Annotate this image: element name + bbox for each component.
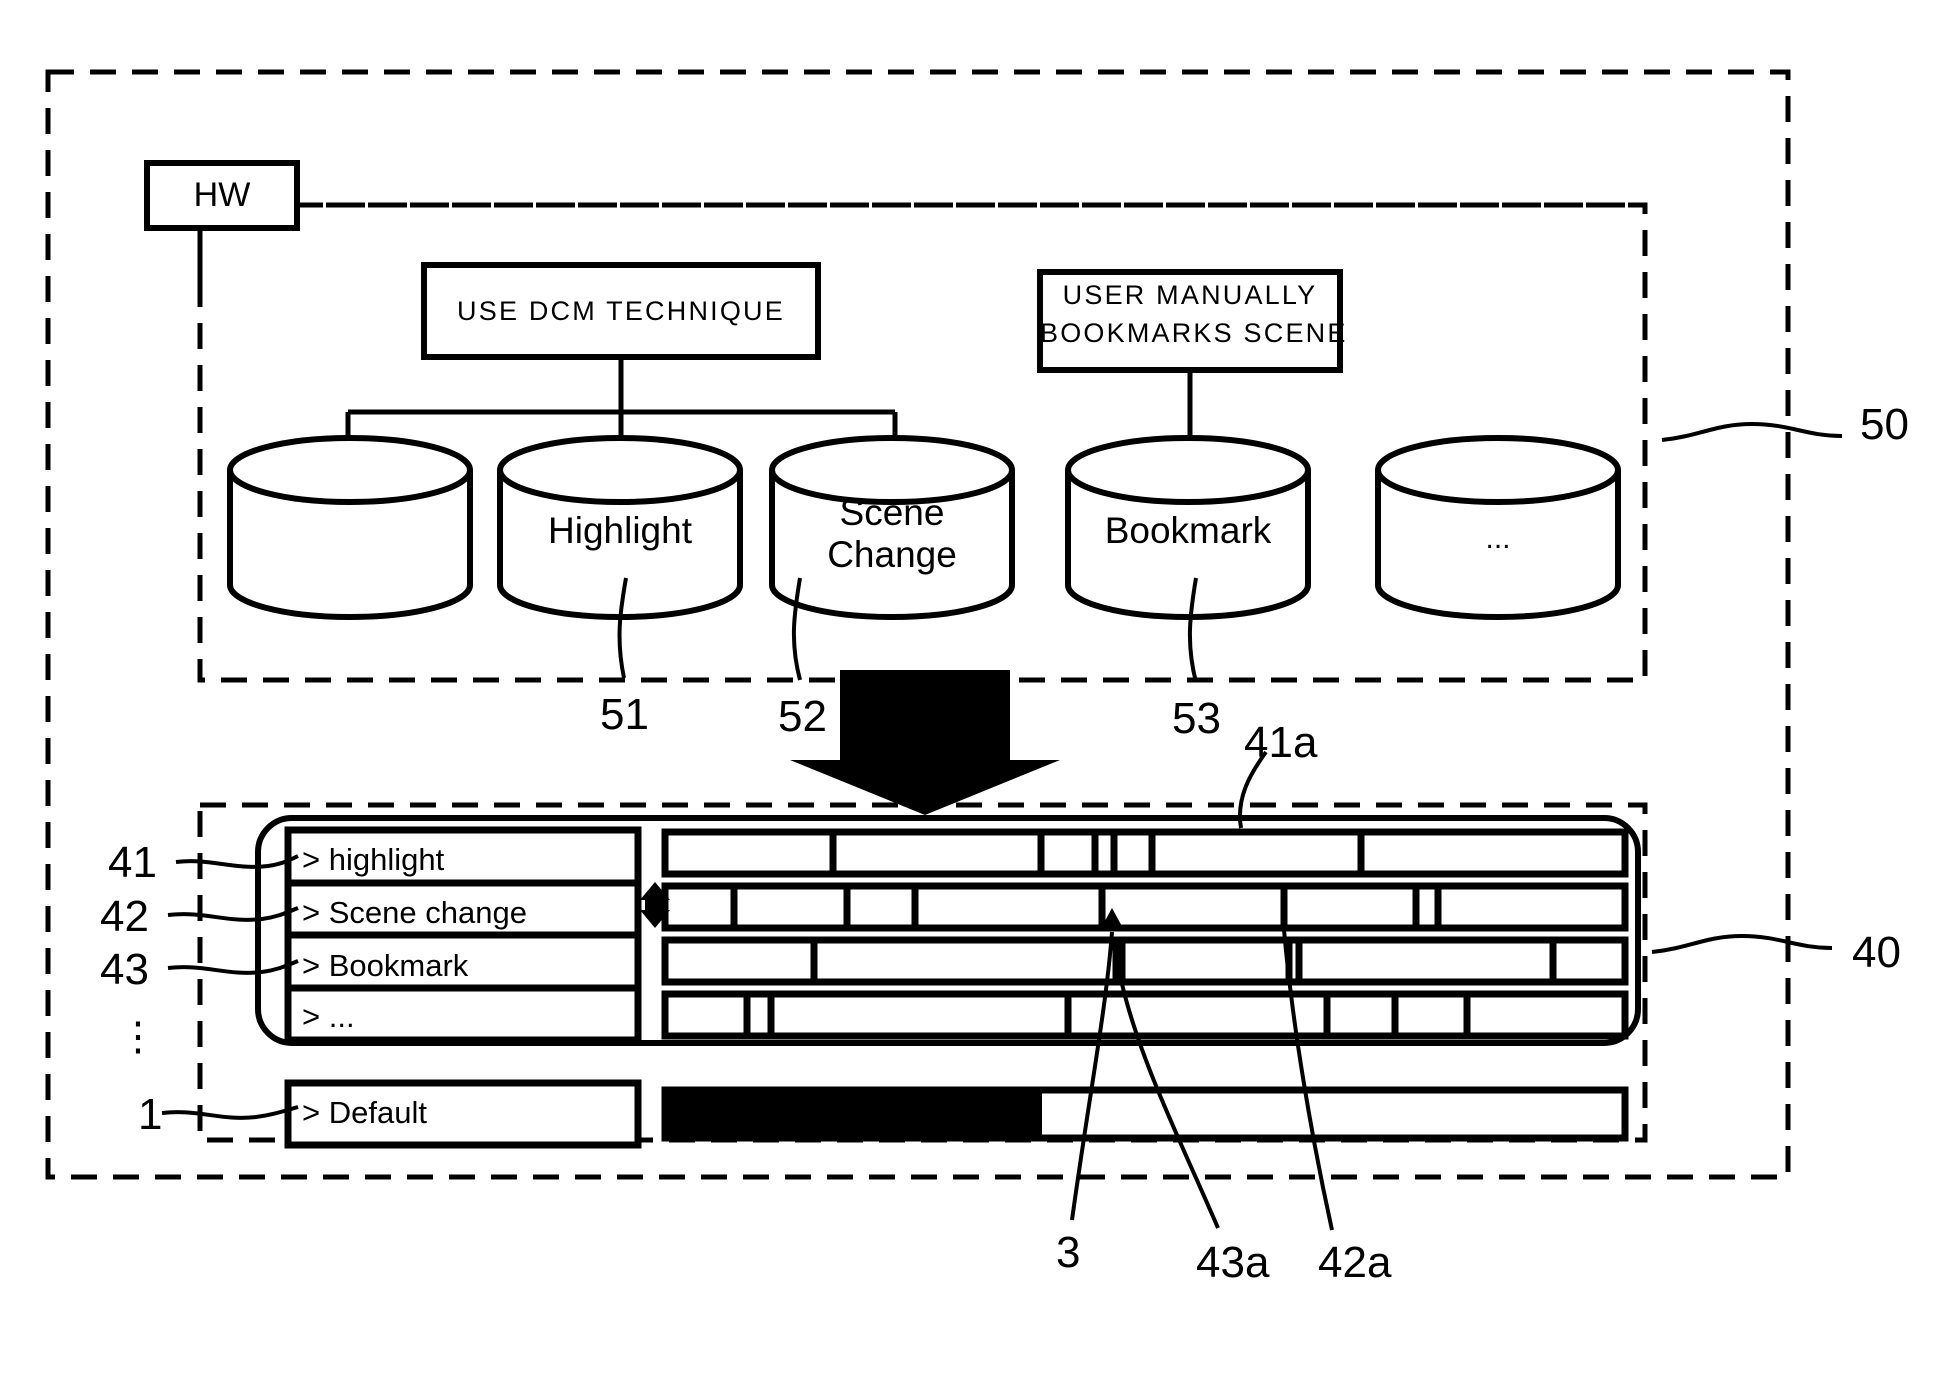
timeline-track-more: [661, 990, 1629, 1040]
list-item-more[interactable]: > ...: [302, 999, 355, 1035]
cylinder-bookmark-label: Bookmark: [1104, 510, 1272, 551]
ref-1: 1: [138, 1090, 163, 1139]
leader-51: [617, 577, 628, 679]
ref-40: 40: [1852, 928, 1901, 977]
list-item-bookmark[interactable]: > Bookmark: [302, 948, 468, 984]
ref-3: 3: [1056, 1228, 1081, 1277]
vertical-ellipsis: ⋮: [118, 1015, 158, 1059]
ref-41: 41: [108, 838, 157, 887]
user-manually-label-line2: BOOKMARKS SCENE: [1040, 318, 1348, 348]
leader-1: [161, 1105, 299, 1120]
ref-50: 50: [1860, 400, 1909, 449]
ref-52: 52: [778, 692, 827, 741]
default-progress-fill: [665, 1090, 1042, 1138]
ref-53: 53: [1172, 694, 1221, 743]
ref-51: 51: [600, 690, 649, 739]
default-progress-bar: [661, 1086, 1629, 1142]
leader-53: [1187, 577, 1198, 683]
ref-42: 42: [100, 892, 149, 941]
leader-52: [791, 577, 802, 681]
cylinder-blank: [227, 435, 474, 620]
list-item-default[interactable]: > Default: [302, 1095, 427, 1131]
list-item-scene-change[interactable]: > Scene change: [302, 895, 527, 931]
big-down-arrow: [790, 670, 1060, 815]
ref-42a: 42a: [1318, 1238, 1392, 1287]
timeline-track-highlight: [661, 828, 1629, 878]
cylinder-more-label: ...: [1485, 522, 1511, 555]
leader-40: [1651, 933, 1833, 954]
timeline-track-scene-change: [661, 882, 1629, 932]
ref-43a: 43a: [1196, 1238, 1270, 1287]
hw-label: HW: [193, 176, 251, 215]
cylinder-scene-change-label-line2: Change: [827, 534, 957, 575]
list-item-highlight[interactable]: > highlight: [302, 842, 444, 878]
use-dcm-technique-label: USE DCM TECHNIQUE: [457, 295, 785, 326]
figure-canvas: HW USE DCM TECHNIQUE USER MANUALLY BOOKM…: [0, 0, 1960, 1373]
cylinder-scene-change-label-line1: Scene: [839, 492, 945, 533]
user-manually-label-line1: USER MANUALLY: [1062, 280, 1318, 310]
cylinder-highlight-label: Highlight: [548, 510, 692, 551]
ref-41a: 41a: [1244, 718, 1318, 767]
leader-50: [1661, 421, 1843, 442]
timeline-track-bookmark: [661, 936, 1629, 986]
ref-43: 43: [100, 945, 149, 994]
